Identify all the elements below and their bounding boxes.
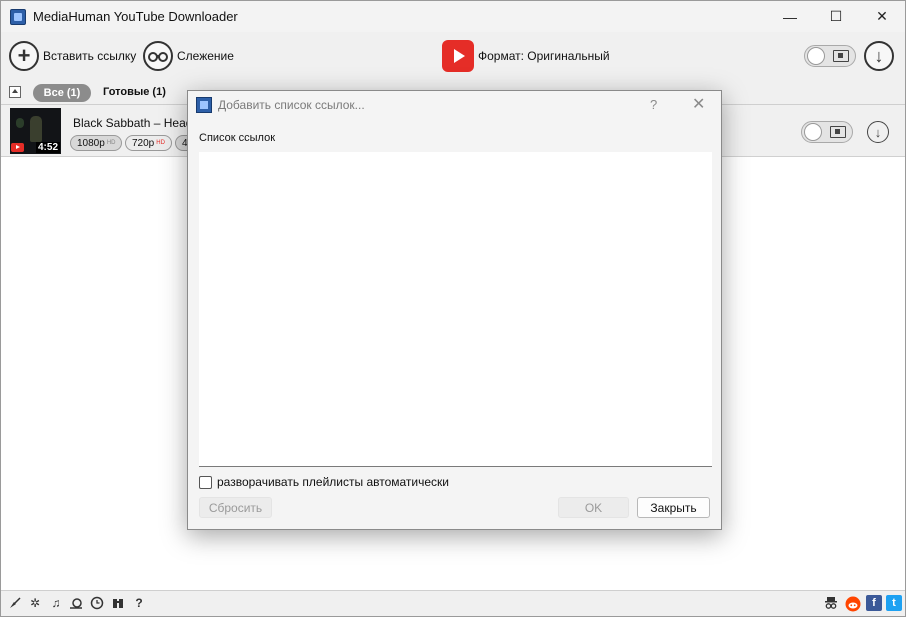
dialog-title-bar: Добавить список ссылок... [188,91,721,119]
paste-link-label: Вставить ссылку [43,49,137,63]
dialog-close-button[interactable]: Закрыть [637,497,710,518]
reddit-icon[interactable] [845,596,861,612]
filter-all-tab[interactable]: Все (1) [33,84,91,102]
quality-option-720p[interactable]: 720p HD [125,135,172,151]
item-video-toggle[interactable] [801,121,853,143]
main-toolbar: + Вставить ссылку Слежение Формат: Ориги… [1,32,905,80]
binoculars-icon [143,41,173,71]
start-download-button[interactable]: ↓ [864,32,894,80]
link-list-label: Список ссылок [199,132,276,144]
music-icon[interactable]: ♫ [49,596,63,610]
expand-playlists-label: разворачивать плейлисты автоматически [217,475,449,489]
window-controls: — ☐ ✕ [767,1,905,32]
film-icon [830,126,846,138]
broom-icon[interactable] [8,596,22,610]
download-arrow-icon: ↓ [864,41,894,71]
toggle-switch [801,121,853,143]
help-icon[interactable]: ? [132,596,146,610]
ok-button[interactable]: OK [558,497,629,518]
toggle-switch [804,45,856,67]
expand-playlists-option[interactable]: разворачивать плейлисты автоматически [199,475,449,489]
link-list-textarea[interactable] [199,152,712,467]
dialog-help-button[interactable]: ? [650,97,657,112]
collapse-icon[interactable] [9,86,21,98]
incognito-icon[interactable] [824,596,838,610]
paste-link-button[interactable]: + Вставить ссылку [9,32,136,80]
twitter-icon[interactable]: t [886,595,902,611]
app-logo-icon [10,8,26,25]
youtube-icon [442,40,474,72]
app-window: MediaHuman YouTube Downloader — ☐ ✕ + Вс… [0,0,906,617]
binoculars-small-icon[interactable] [111,596,125,610]
plus-icon: + [9,41,39,71]
quality-option-1080p[interactable]: 1080p HD [70,135,123,151]
dialog-close-icon[interactable]: ✕ [692,94,705,114]
item-download-icon[interactable]: ↓ [867,121,889,143]
minimize-button[interactable]: — [767,1,813,32]
tracking-button[interactable]: Слежение [143,32,234,80]
format-selector[interactable]: Формат: Оригинальный [442,32,610,80]
gear-icon[interactable]: ✲ [28,596,42,610]
title-bar: MediaHuman YouTube Downloader — ☐ ✕ [1,1,905,32]
snail-icon[interactable] [69,596,83,610]
tracking-label: Слежение [177,49,234,63]
facebook-icon[interactable]: f [866,595,882,611]
film-icon [833,50,849,62]
close-button[interactable]: ✕ [859,1,905,32]
filter-done-tab[interactable]: Готовые (1) [103,86,166,98]
dialog-app-icon [196,97,212,113]
format-label: Формат: Оригинальный [478,49,610,63]
video-thumbnail: 4:52 [10,108,61,154]
youtube-mini-icon [11,143,24,152]
window-title: MediaHuman YouTube Downloader [33,9,238,24]
video-mode-toggle[interactable] [804,32,856,80]
maximize-button[interactable]: ☐ [813,1,859,32]
status-bar: ✲ ♫ ? f t [1,590,905,616]
dialog-title: Добавить список ссылок... [218,98,365,112]
video-duration: 4:52 [35,142,60,153]
clock-icon[interactable] [90,596,104,610]
add-link-list-dialog: Добавить список ссылок... ? ✕ Список ссы… [187,90,722,530]
reset-button[interactable]: Сбросить [199,497,272,518]
expand-playlists-checkbox[interactable] [199,475,212,489]
